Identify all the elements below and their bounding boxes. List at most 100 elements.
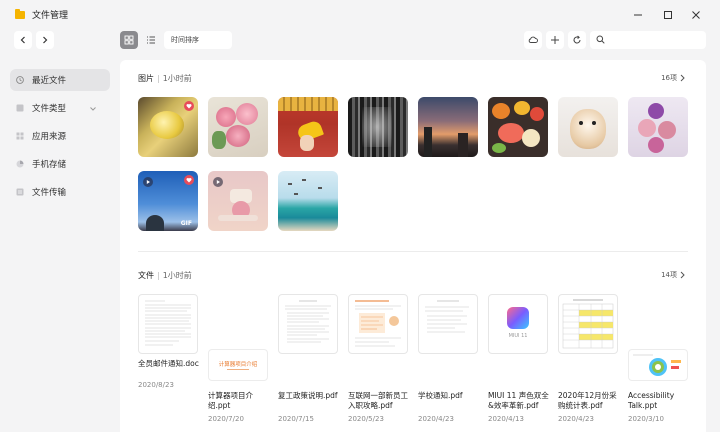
heart-icon (184, 175, 194, 185)
pictures-more-link[interactable]: 16项 (661, 73, 686, 83)
cloud-button[interactable] (524, 31, 542, 49)
file-thumbnail[interactable] (628, 349, 688, 381)
file-name: 互联网一部新员工入职攻略.pdf (348, 391, 408, 410)
sidebar-item-recent[interactable]: 最近文件 (10, 69, 110, 91)
transfer-icon (16, 188, 24, 196)
minimize-button[interactable] (628, 6, 648, 24)
file-thumbnail[interactable] (278, 294, 338, 354)
chevron-right-icon (680, 74, 685, 82)
file-name: Accessibility Talk.ppt (628, 391, 675, 410)
grid-icon (124, 35, 134, 45)
section-divider (138, 251, 688, 252)
list-view-button[interactable] (142, 31, 160, 49)
photo-thumbnail[interactable] (418, 97, 478, 157)
file-date: 2020/7/15 (278, 415, 314, 423)
ppt-cover-title: 计算器项目介绍 (218, 362, 258, 368)
miui-logo-icon (507, 307, 529, 329)
list-icon (147, 36, 155, 44)
files-more-link[interactable]: 14项 (661, 270, 686, 280)
apps-icon (16, 132, 24, 140)
file-thumbnail[interactable]: MIUI 11 (488, 294, 548, 354)
close-icon (692, 11, 700, 19)
photo-thumbnail[interactable] (488, 97, 548, 157)
document-preview-icon (285, 300, 331, 343)
sort-dropdown[interactable]: 时间排序 (164, 31, 232, 49)
grid-view-button[interactable] (120, 31, 138, 49)
photo-thumbnail[interactable] (348, 97, 408, 157)
gif-badge: GIF (180, 220, 192, 227)
sidebar-item-label: 文件传输 (32, 188, 67, 198)
plus-icon (551, 36, 559, 44)
sidebar-item-label: 应用来源 (32, 132, 67, 142)
document-preview-icon (355, 300, 401, 347)
sidebar-item-app-source[interactable]: 应用来源 (10, 125, 110, 147)
file-name: 2020年12月份采购统计表.pdf (558, 391, 617, 410)
video-thumbnail[interactable] (208, 171, 268, 231)
close-button[interactable] (686, 6, 706, 24)
photo-thumbnail[interactable] (278, 171, 338, 231)
forward-button[interactable] (36, 31, 54, 49)
file-name: 计算器项目介绍.ppt (208, 391, 253, 410)
minimize-icon (634, 14, 642, 16)
chevron-right-icon (43, 36, 48, 44)
document-preview-icon (425, 300, 469, 333)
files-header: 文件 | 1小时前 (138, 271, 192, 280)
sidebar-item-file-type[interactable]: 文件类型 (10, 97, 110, 119)
file-name: 全员邮件通知.doc (138, 359, 199, 368)
search-icon (596, 35, 605, 44)
window-title: 文件管理 (32, 11, 69, 21)
gif-thumbnail[interactable]: GIF (138, 171, 198, 231)
photo-thumbnail[interactable] (208, 97, 268, 157)
chevron-down-icon[interactable] (89, 105, 97, 113)
photo-thumbnail[interactable] (628, 97, 688, 157)
folder-icon (15, 9, 25, 19)
pictures-title: 图片 (138, 74, 154, 83)
file-date: 2020/8/23 (138, 381, 174, 389)
sidebar-item-phone-storage[interactable]: 手机存储 (10, 153, 110, 175)
file-thumbnail[interactable] (348, 294, 408, 354)
files-count: 14项 (661, 271, 677, 279)
file-thumbnail[interactable] (138, 294, 198, 354)
files-title: 文件 (138, 271, 154, 280)
file-type-icon (16, 104, 24, 112)
miui-cover-title: MIUI 11 (508, 333, 528, 339)
chevron-right-icon (680, 271, 685, 279)
sidebar-item-label: 文件类型 (32, 104, 67, 114)
photo-thumbnail[interactable] (278, 97, 338, 157)
photo-thumbnail[interactable] (558, 97, 618, 157)
file-date: 2020/4/23 (558, 415, 594, 423)
heart-icon (184, 101, 194, 111)
pictures-header: 图片 | 1小时前 (138, 74, 192, 83)
search-input[interactable] (608, 33, 702, 47)
title-bar: 文件管理 (0, 0, 720, 30)
pie-icon (16, 160, 24, 168)
photo-thumbnail[interactable] (138, 97, 198, 157)
maximize-icon (664, 11, 672, 19)
play-icon (143, 177, 153, 187)
pictures-time: 1小时前 (162, 74, 192, 83)
file-date: 2020/3/10 (628, 415, 664, 423)
spreadsheet-preview-icon (562, 299, 614, 349)
content-panel: 图片 | 1小时前 16项 GIF 文件 | 1小时前 14项 全员邮件通知.d… (120, 60, 706, 432)
sidebar-item-label: 最近文件 (32, 76, 67, 86)
cloud-icon (528, 36, 538, 43)
add-button[interactable] (546, 31, 564, 49)
sidebar-item-transfer[interactable]: 文件传输 (10, 181, 110, 203)
chevron-left-icon (20, 36, 25, 44)
play-icon (213, 177, 223, 187)
file-thumbnail[interactable] (558, 294, 618, 354)
clock-icon (16, 76, 24, 84)
file-date: 2020/5/23 (348, 415, 384, 423)
refresh-icon (573, 35, 581, 44)
maximize-button[interactable] (658, 6, 678, 24)
presentation-preview-icon (633, 354, 681, 376)
file-name: 学校通知.pdf (418, 391, 463, 400)
refresh-button[interactable] (568, 31, 586, 49)
file-name: 复工政策说明.pdf (278, 391, 338, 400)
search-box[interactable] (590, 31, 706, 49)
file-thumbnail[interactable] (418, 294, 478, 354)
back-button[interactable] (14, 31, 32, 49)
files-time: 1小时前 (162, 271, 192, 280)
file-thumbnail[interactable]: 计算器项目介绍 (208, 349, 268, 381)
file-date: 2020/4/13 (488, 415, 524, 423)
